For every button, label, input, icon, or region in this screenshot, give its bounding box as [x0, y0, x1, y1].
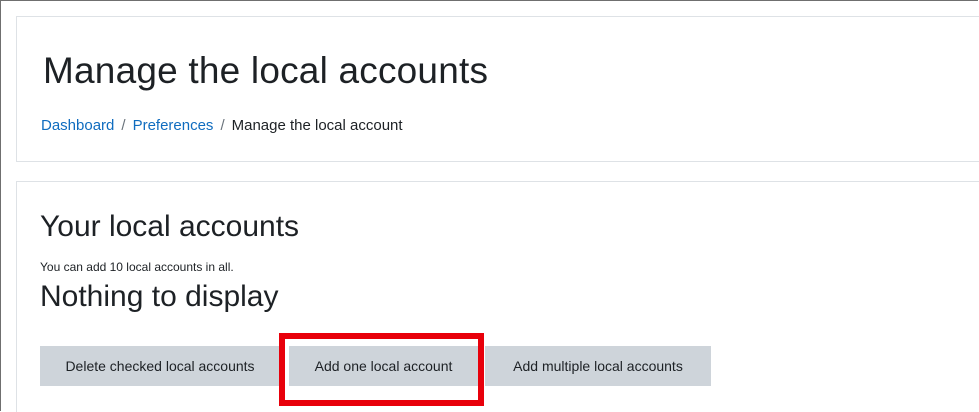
add-one-account-button[interactable]: Add one local account: [289, 346, 478, 386]
breadcrumb: Dashboard / Preferences / Manage the local a…: [41, 117, 403, 135]
page-header-card: Manage the local accounts Dashboard / Pref…: [16, 16, 979, 162]
breadcrumb-dashboard-link[interactable]: Dashboard: [41, 117, 114, 134]
breadcrumb-current: Manage the local account: [231, 117, 403, 134]
account-limit-info: You can add 10 local accounts in all.: [40, 260, 234, 274]
delete-checked-accounts-button[interactable]: Delete checked local accounts: [40, 346, 280, 386]
add-multiple-accounts-button[interactable]: Add multiple local accounts: [485, 346, 711, 386]
page-title: Manage the local accounts: [43, 50, 489, 91]
breadcrumb-separator: /: [121, 117, 126, 134]
breadcrumb-separator: /: [220, 117, 225, 134]
section-title: Your local accounts: [40, 210, 300, 243]
empty-state-message: Nothing to display: [40, 280, 279, 313]
breadcrumb-preferences-link[interactable]: Preferences: [133, 117, 214, 134]
